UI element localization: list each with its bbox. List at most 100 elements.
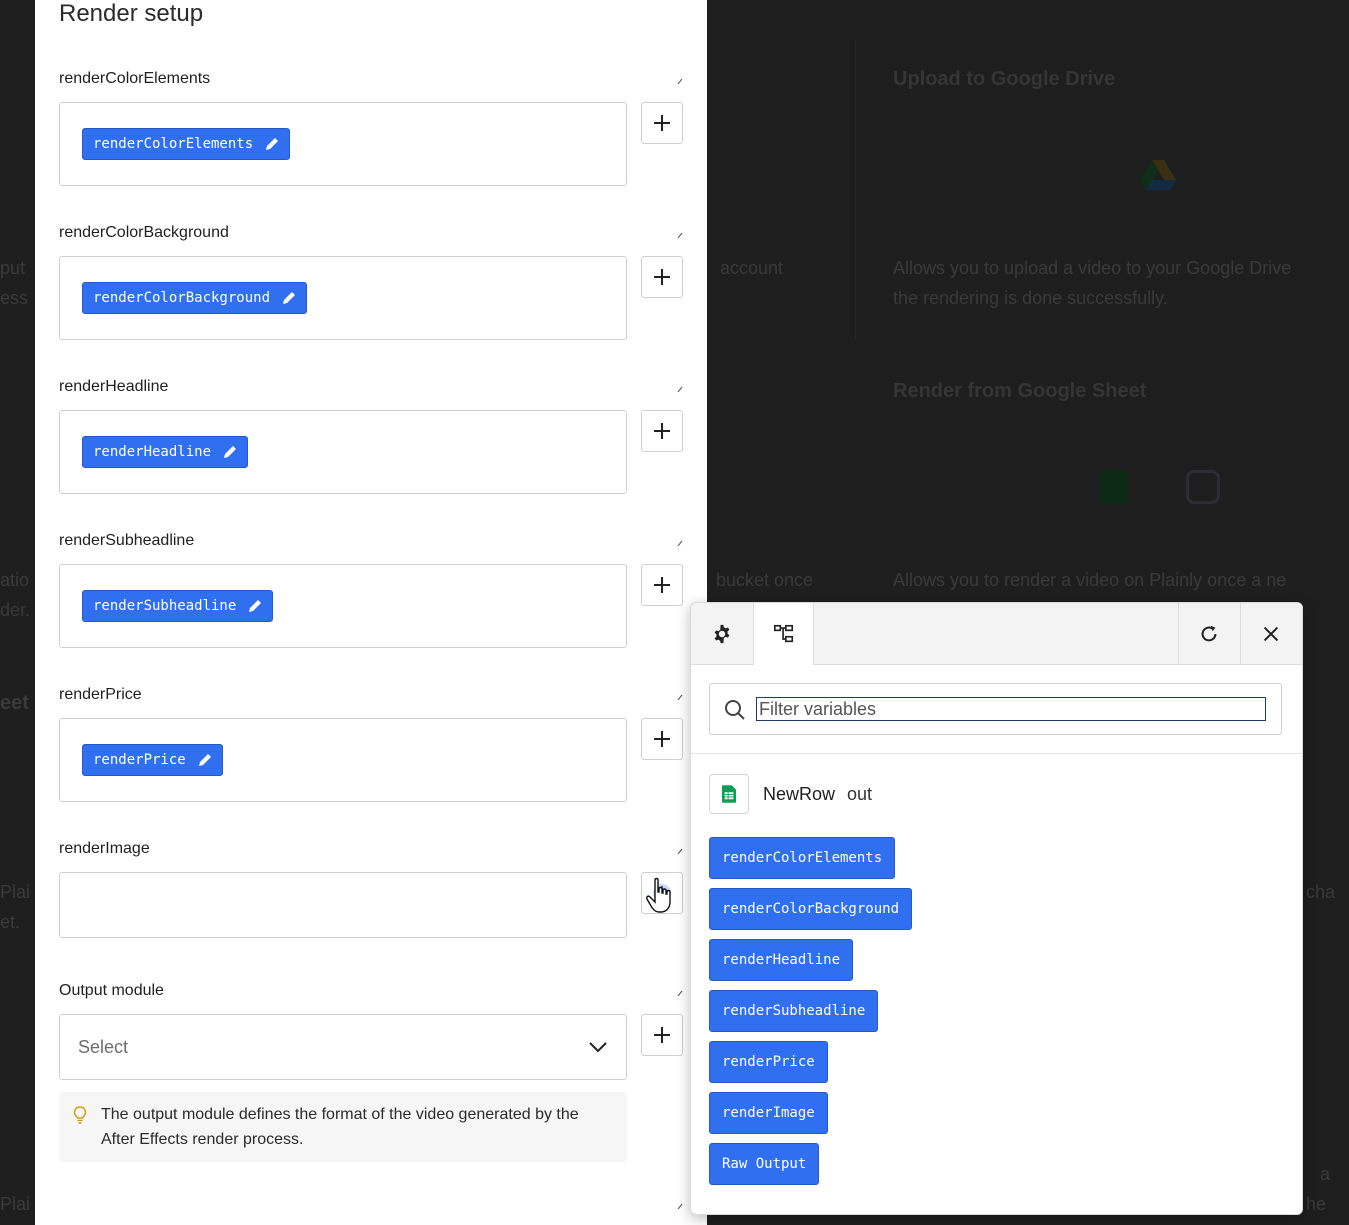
google-sheets-icon — [722, 785, 736, 803]
variable-option[interactable]: renderColorElements — [709, 837, 896, 879]
close-button[interactable] — [1240, 603, 1301, 664]
refresh-icon — [1201, 625, 1217, 641]
refresh-button[interactable] — [1178, 603, 1239, 664]
pencil-icon[interactable] — [248, 599, 262, 613]
tab-variables-tree[interactable] — [753, 603, 814, 665]
tag-label: renderColorBackground — [93, 290, 271, 306]
bg-text: et. — [0, 912, 21, 932]
resize-handle-icon — [677, 540, 683, 546]
add-variable-button[interactable] — [641, 256, 683, 298]
field-input[interactable] — [59, 872, 627, 938]
pencil-icon[interactable] — [223, 445, 237, 459]
add-variable-button[interactable] — [641, 718, 683, 760]
variable-option[interactable]: renderHeadline — [709, 939, 854, 981]
tag-label: renderSubheadline — [93, 598, 237, 614]
field-label: renderPrice — [59, 686, 142, 703]
field-input[interactable]: renderColorElements — [59, 102, 627, 186]
field-input[interactable]: renderSubheadline — [59, 564, 627, 648]
variable-option[interactable]: renderPrice — [709, 1041, 828, 1083]
render-setup-panel: Render setup renderColorElements renderC… — [35, 0, 707, 1225]
resize-handle-icon — [677, 386, 683, 392]
field-input[interactable]: renderHeadline — [59, 410, 627, 494]
variable-tag[interactable]: renderPrice — [82, 744, 223, 776]
tag-label: renderPrice — [93, 752, 186, 768]
bg-text: account — [720, 258, 784, 278]
plus-icon — [654, 1027, 670, 1043]
field-label: renderSubheadline — [59, 532, 195, 549]
pencil-icon[interactable] — [282, 291, 296, 305]
plainly-icon — [1186, 470, 1220, 504]
filter-variables-input[interactable] — [756, 697, 1266, 721]
bg-card-title: Upload to Google Drive — [893, 68, 1116, 90]
field-label: renderColorBackground — [59, 224, 229, 241]
tab-settings[interactable] — [691, 603, 752, 664]
hint-text: The output module defines the format of … — [101, 1106, 579, 1148]
output-module-select[interactable]: Select — [59, 1014, 627, 1080]
resize-handle-icon — [677, 848, 683, 854]
tag-label: renderColorElements — [93, 136, 254, 152]
source-icon-frame — [709, 774, 749, 814]
add-variable-button[interactable] — [641, 564, 683, 606]
resize-handle-icon — [677, 990, 683, 996]
field-render-color-background: renderColorBackground renderColorBackgro… — [59, 224, 683, 344]
bg-text: eet — [0, 692, 29, 714]
bg-text: atio — [0, 570, 30, 590]
google-sheets-icon — [1100, 470, 1128, 504]
source-row: NewRow out — [709, 773, 872, 815]
resize-handle-icon — [677, 232, 683, 238]
add-variable-button[interactable] — [641, 1014, 683, 1056]
close-icon — [1263, 626, 1279, 641]
bg-card-text: Allows you to render a video on Plainly … — [893, 570, 1287, 590]
pencil-icon[interactable] — [265, 137, 279, 151]
plus-icon — [654, 577, 670, 593]
source-name: NewRow — [763, 783, 836, 804]
gear-icon — [714, 624, 729, 643]
field-render-price: renderPrice renderPrice — [59, 686, 683, 806]
field-label: renderImage — [59, 840, 150, 857]
field-label: renderHeadline — [59, 378, 169, 395]
bg-text: ess — [0, 288, 29, 308]
field-render-image: renderImage — [59, 840, 683, 940]
field-output-module: Output module Select The output module d… — [59, 982, 683, 1162]
add-variable-button[interactable] — [641, 102, 683, 144]
tree-icon — [773, 624, 793, 643]
google-drive-icon — [1140, 160, 1176, 190]
field-label: renderColorElements — [59, 70, 211, 87]
field-input[interactable]: renderColorBackground — [59, 256, 627, 340]
pencil-icon[interactable] — [198, 753, 212, 767]
variable-tag[interactable]: renderSubheadline — [82, 590, 274, 622]
bg-card-text: the rendering is done successfully. — [893, 288, 1168, 308]
search-icon — [725, 700, 745, 720]
plus-icon — [654, 731, 670, 747]
bg-text: put — [0, 258, 26, 278]
bg-text: Plai — [0, 882, 31, 902]
field-input[interactable]: renderPrice — [59, 718, 627, 802]
variable-picker-popup: NewRow out renderColorElements renderCol… — [690, 602, 1303, 1215]
variable-tag[interactable]: renderColorBackground — [82, 282, 308, 314]
filter-search-box — [709, 683, 1282, 735]
source-suffix: out — [847, 783, 873, 804]
bg-text: he — [1306, 1194, 1327, 1214]
variable-option[interactable]: renderSubheadline — [709, 990, 879, 1032]
bg-card-text: Allows you to upload a video to your Goo… — [893, 258, 1292, 278]
field-render-color-elements: renderColorElements renderColorElements — [59, 70, 683, 190]
bg-text: bucket once — [716, 570, 814, 590]
popup-tab-bar — [691, 603, 1302, 665]
tag-label: renderHeadline — [93, 444, 212, 460]
field-render-headline: renderHeadline renderHeadline — [59, 378, 683, 498]
bg-text: der. — [0, 600, 31, 620]
resize-handle-icon — [677, 78, 683, 84]
bg-card-title: Render from Google Sheet — [893, 380, 1147, 402]
chevron-down-icon — [589, 1042, 607, 1053]
add-variable-button[interactable] — [641, 410, 683, 452]
variable-option[interactable]: renderImage — [709, 1092, 828, 1134]
plus-icon — [654, 115, 670, 131]
select-placeholder: Select — [78, 1036, 129, 1057]
variable-option[interactable]: renderColorBackground — [709, 888, 913, 930]
variable-option[interactable]: Raw Output — [709, 1143, 820, 1185]
hand-cursor-icon — [646, 877, 671, 913]
variable-tag[interactable]: renderHeadline — [82, 436, 249, 468]
bg-text: Plai — [0, 1194, 31, 1214]
divider — [691, 753, 1302, 754]
variable-tag[interactable]: renderColorElements — [82, 128, 291, 160]
